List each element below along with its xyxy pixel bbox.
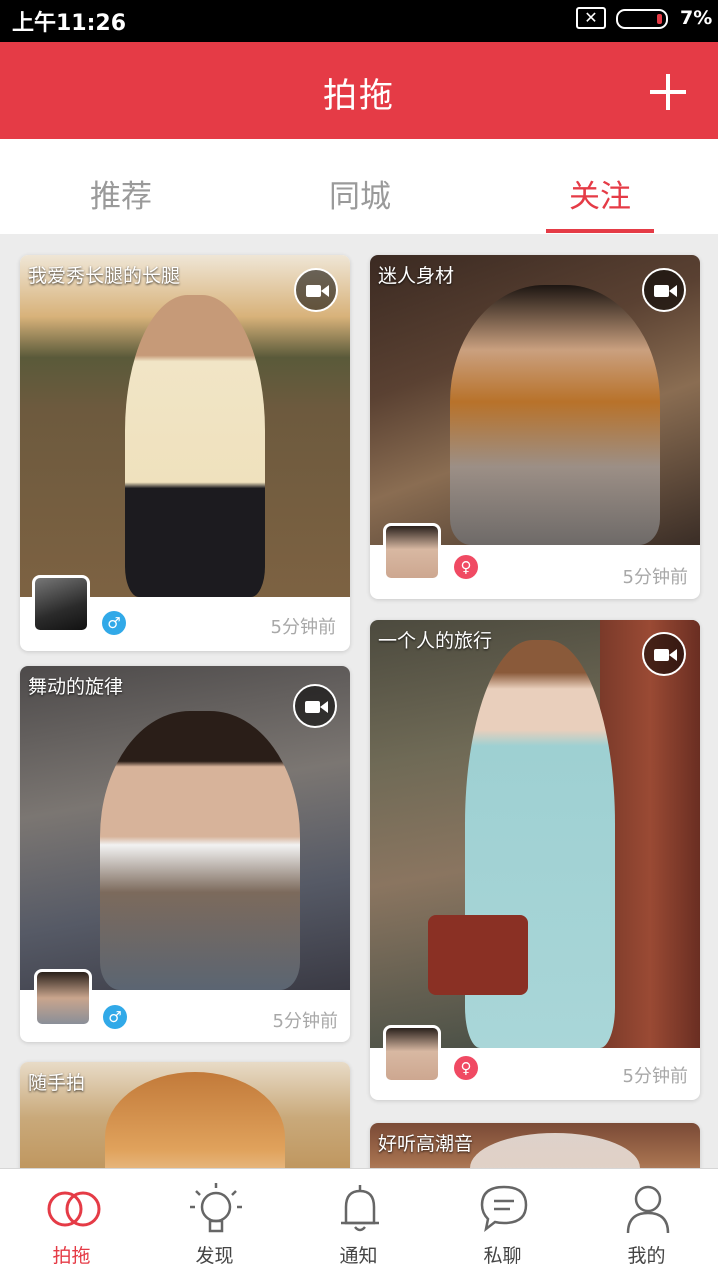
bell-icon — [341, 1185, 379, 1232]
chat-bubble-icon — [480, 1185, 528, 1233]
lightbulb-icon — [190, 1183, 242, 1233]
post-time: 5分钟前 — [272, 1011, 338, 1032]
post-title: 随手拍 — [28, 1072, 86, 1094]
nav-label: 我的 — [627, 1245, 666, 1267]
tab-bar: 推荐 同城 关注 — [0, 139, 718, 234]
bottom-nav: 拍拖 发现 通知 私聊 我的 — [0, 1168, 718, 1272]
person-icon — [626, 1185, 670, 1234]
nav-item-profile[interactable]: 我的 — [575, 1169, 718, 1272]
plus-icon[interactable] — [648, 72, 688, 112]
nav-label: 通知 — [339, 1245, 378, 1267]
avatar[interactable] — [32, 575, 90, 633]
no-sim-icon: ✕ — [576, 7, 606, 29]
tab-following[interactable]: 关注 — [525, 171, 675, 216]
tab-active-indicator — [546, 229, 654, 233]
feed-card[interactable]: 迷人身材 ♀ 5分钟前 — [370, 255, 700, 599]
video-camera-icon — [642, 632, 686, 676]
post-title: 舞动的旋律 — [28, 676, 124, 698]
nav-item-discover[interactable]: 发现 — [143, 1169, 286, 1272]
nav-item-notifications[interactable]: 通知 — [287, 1169, 430, 1272]
post-title: 我爱秀长腿的长腿 — [28, 265, 181, 287]
video-camera-icon — [642, 268, 686, 312]
female-icon: ♀ — [454, 1056, 478, 1080]
nav-item-dating[interactable]: 拍拖 — [0, 1169, 143, 1272]
status-time: 上午11:26 — [12, 11, 127, 36]
post-time: 5分钟前 — [270, 617, 336, 638]
nav-label: 拍拖 — [52, 1245, 91, 1267]
app-header: 拍拖 — [0, 42, 718, 139]
page-title: 拍拖 — [323, 76, 395, 116]
avatar[interactable] — [34, 969, 92, 1027]
post-time: 5分钟前 — [622, 1066, 688, 1087]
status-bar: 上午11:26 ✕ 7% — [0, 0, 718, 42]
feed-card[interactable]: 一个人的旅行 ♀ 5分钟前 — [370, 620, 700, 1100]
post-photo[interactable] — [370, 620, 700, 1048]
video-camera-icon — [293, 684, 337, 728]
rings-icon — [47, 1191, 101, 1227]
video-camera-icon — [294, 268, 338, 312]
nav-label: 发现 — [195, 1245, 234, 1267]
battery-icon — [616, 9, 668, 29]
nav-item-messages[interactable]: 私聊 — [431, 1169, 574, 1272]
male-icon: ♂ — [102, 611, 126, 635]
post-title: 好听高潮音 — [378, 1133, 474, 1155]
feed-card[interactable]: 我爱秀长腿的长腿 ♂ 5分钟前 — [20, 255, 350, 651]
tab-recommend[interactable]: 推荐 — [46, 171, 196, 216]
female-icon: ♀ — [454, 555, 478, 579]
post-time: 5分钟前 — [622, 567, 688, 588]
tab-same-city[interactable]: 同城 — [285, 171, 435, 216]
nav-label: 私聊 — [483, 1245, 522, 1267]
male-icon: ♂ — [103, 1005, 127, 1029]
avatar[interactable] — [383, 523, 441, 581]
post-title: 迷人身材 — [378, 265, 455, 287]
avatar[interactable] — [383, 1025, 441, 1083]
feed-card[interactable]: 舞动的旋律 ♂ 5分钟前 — [20, 666, 350, 1042]
battery-percent: 7% — [680, 7, 713, 29]
post-title: 一个人的旅行 — [378, 630, 493, 652]
